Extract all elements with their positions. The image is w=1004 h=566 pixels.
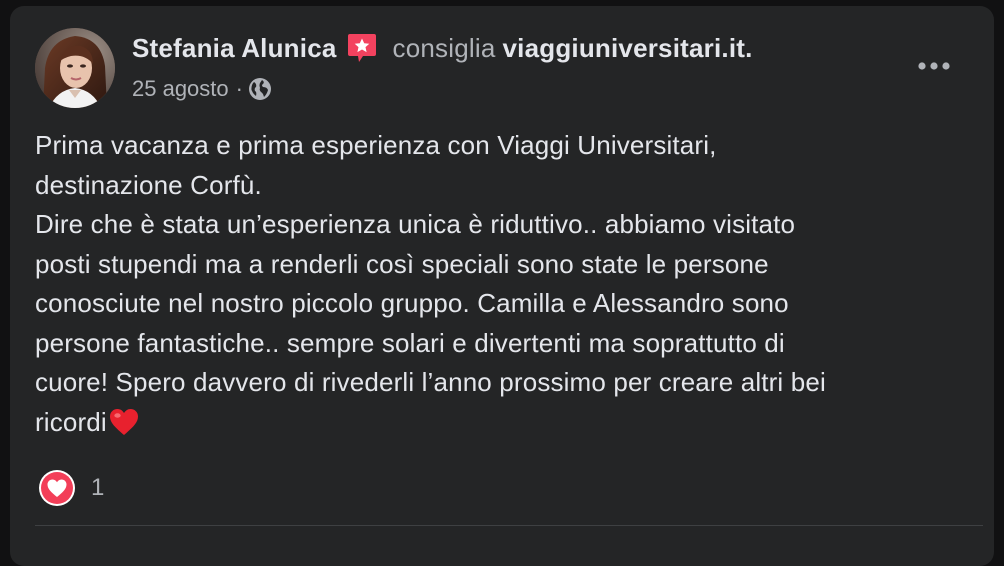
meta-separator: · bbox=[235, 76, 243, 101]
recommend-verb: consiglia bbox=[392, 32, 496, 63]
recommendation-star-icon bbox=[347, 34, 376, 62]
page-suffix: . bbox=[745, 32, 753, 63]
red-heart-emoji bbox=[109, 408, 138, 435]
reactions-summary[interactable]: 1 bbox=[38, 468, 104, 508]
post-text-line: cuore! Spero davvero di rivederli l’anno… bbox=[35, 367, 826, 397]
post-header: Stefania Alunica consiglia viaggiunivers… bbox=[132, 29, 753, 67]
globe-icon bbox=[248, 78, 271, 100]
love-reaction-icon bbox=[39, 470, 75, 506]
divider bbox=[35, 525, 983, 526]
page-name[interactable]: viaggiuniversitari.it bbox=[503, 33, 746, 63]
avatar[interactable] bbox=[35, 28, 115, 108]
post-text-line: ricordi bbox=[35, 406, 107, 437]
post-meta: 25 agosto · bbox=[132, 74, 272, 104]
author-name[interactable]: Stefania Alunica bbox=[132, 33, 337, 64]
reaction-count[interactable]: 1 bbox=[91, 474, 104, 502]
post-text-line: posti stupendi ma a renderli così specia… bbox=[35, 248, 769, 279]
more-options-icon bbox=[918, 62, 950, 70]
avatar-photo bbox=[35, 28, 115, 108]
post-text: Prima vacanza e prima esperienza con Via… bbox=[35, 126, 985, 442]
post-text-line: persone fantastiche.. sempre solari e di… bbox=[35, 327, 785, 358]
post-text-line: destinazione Corfù. bbox=[35, 169, 262, 200]
post-text-line: Dire che è stata un’esperienza unica è r… bbox=[35, 209, 796, 239]
post-text-line: Prima vacanza e prima esperienza con Via… bbox=[35, 130, 717, 160]
post-text-line: conosciute nel nostro piccolo gruppo. Ca… bbox=[35, 288, 789, 318]
more-options-button[interactable] bbox=[908, 48, 960, 84]
review-post-card: Stefania Alunica consiglia viaggiunivers… bbox=[10, 6, 994, 566]
post-text-last-line: ricordi bbox=[35, 403, 985, 443]
post-date[interactable]: 25 agosto bbox=[132, 76, 229, 102]
page-link[interactable]: viaggiuniversitari.it. bbox=[503, 33, 753, 64]
